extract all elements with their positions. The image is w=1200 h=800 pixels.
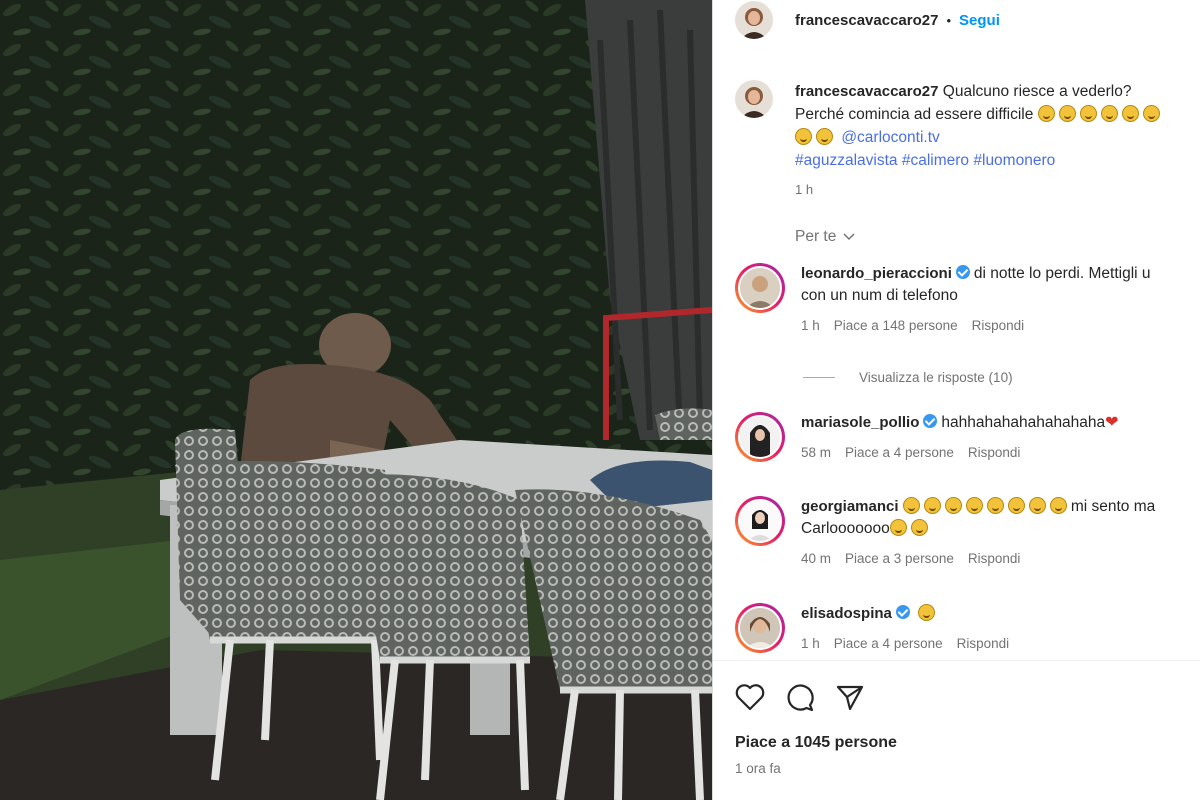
comment-likes[interactable]: Piace a 3 persone (845, 551, 954, 566)
commenter-avatar[interactable] (735, 603, 785, 653)
post-time: 1 ora fa (735, 761, 781, 776)
laughing-emoji (923, 497, 941, 514)
laughing-emoji (965, 497, 983, 514)
verified-icon (955, 265, 970, 279)
post-photo[interactable] (0, 0, 712, 800)
hashtag-link[interactable]: #calimero (902, 152, 969, 169)
laughing-emoji (918, 604, 936, 621)
comment-time: 1 h (801, 318, 820, 333)
reply-button[interactable]: Rispondi (972, 318, 1025, 333)
comment-item: elisadospina 1 h Piace a 4 persone Rispond… (735, 603, 1200, 655)
heart-icon[interactable] (735, 683, 765, 711)
smiling-emoji (910, 519, 928, 536)
comment-text: hahhahahahahahahaha (941, 414, 1106, 431)
laughing-emoji (1100, 105, 1118, 122)
laughing-emoji (944, 497, 962, 514)
view-replies-button[interactable]: Visualizza le risposte (10) (803, 370, 1013, 385)
mention-link[interactable]: @carloconti.tv (841, 129, 939, 146)
laughing-emoji (889, 519, 907, 536)
laughing-emoji (816, 128, 833, 145)
caption-avatar[interactable] (735, 80, 773, 118)
comment-text: mi sento ma (1070, 498, 1156, 515)
caption-line-2: Perché comincia ad essere difficile (795, 106, 1034, 123)
comment-likes[interactable]: Piace a 4 persone (834, 636, 943, 651)
follow-button[interactable]: Segui (959, 12, 1000, 29)
reply-button[interactable]: Rispondi (957, 636, 1010, 651)
caption-username[interactable]: francescavaccaro27 (795, 83, 938, 100)
hashtag-link[interactable]: #aguzzalavista (795, 152, 898, 169)
caption-time: 1 h (795, 182, 814, 197)
laughing-emoji (795, 128, 812, 145)
share-icon[interactable] (835, 683, 865, 711)
comment-username[interactable]: leonardo_pieraccioni (801, 265, 952, 282)
laughing-emoji (902, 497, 920, 514)
comment-username[interactable]: mariasole_pollio (801, 414, 919, 431)
comment-time: 1 h (801, 636, 820, 651)
post-header: francescavaccaro27 • Segui (713, 0, 1200, 40)
laughing-emoji (1121, 105, 1139, 122)
reply-button[interactable]: Rispondi (968, 551, 1021, 566)
author-avatar[interactable] (735, 1, 773, 39)
caption-line-1: Qualcuno riesce a vederlo? (942, 83, 1132, 100)
comment-likes[interactable]: Piace a 4 persone (845, 445, 954, 460)
laughing-emoji (986, 497, 1004, 514)
likes-count[interactable]: Piace a 1045 persone (735, 734, 897, 752)
laughing-emoji (1037, 105, 1055, 122)
laughing-emoji (1028, 497, 1046, 514)
comment-text: di notte lo perdi. Mettigli u (973, 265, 1151, 282)
commenter-avatar[interactable] (735, 412, 785, 462)
laughing-emoji (1007, 497, 1025, 514)
comment-username[interactable]: elisadospina (801, 605, 892, 622)
post-footer: Piace a 1045 persone 1 ora fa (713, 660, 1200, 800)
comment-filter-label: Per te (795, 228, 837, 245)
action-bar (735, 683, 865, 711)
comment-item: mariasole_pollio hahhahahahahahahaha❤ 58 … (735, 412, 1200, 464)
photo-scene (0, 0, 712, 800)
post-panel: francescavaccaro27 • Segui francescavacc… (712, 0, 1200, 800)
comment-item: georgiamanci mi sento ma Carlooooooo 40 … (735, 496, 1200, 570)
comment-time: 58 m (801, 445, 832, 460)
laughing-emoji (1079, 105, 1097, 122)
verified-icon (923, 414, 938, 428)
reply-button[interactable]: Rispondi (968, 445, 1021, 460)
comment-text-line-2: Carlooooooo (801, 520, 890, 537)
laughing-emoji (1058, 105, 1076, 122)
separator-dot: • (946, 12, 952, 28)
comment-item: leonardo_pieraccioni di notte lo perdi. M… (735, 263, 1200, 337)
laughing-emoji (1049, 497, 1067, 514)
hashtag-link[interactable]: #luomonero (973, 152, 1055, 169)
comment-text-line-2: con un num di telefono (801, 287, 958, 304)
red-heart-emoji: ❤ (1105, 414, 1119, 431)
comment-icon[interactable] (785, 683, 815, 711)
author-username[interactable]: francescavaccaro27 (795, 12, 938, 29)
verified-icon (895, 605, 910, 619)
post-caption: francescavaccaro27 Qualcuno riesce a ved… (735, 80, 1200, 201)
comment-username[interactable]: georgiamanci (801, 498, 899, 515)
comment-likes[interactable]: Piace a 148 persone (834, 318, 958, 333)
commenter-avatar[interactable] (735, 263, 785, 313)
laughing-emoji (1142, 105, 1160, 122)
commenter-avatar[interactable] (735, 496, 785, 546)
replies-divider (803, 377, 835, 378)
chevron-down-icon (843, 233, 855, 241)
comment-time: 40 m (801, 551, 832, 566)
comment-filter[interactable]: Per te (795, 228, 856, 246)
view-replies-label: Visualizza le risposte (10) (859, 370, 1013, 385)
